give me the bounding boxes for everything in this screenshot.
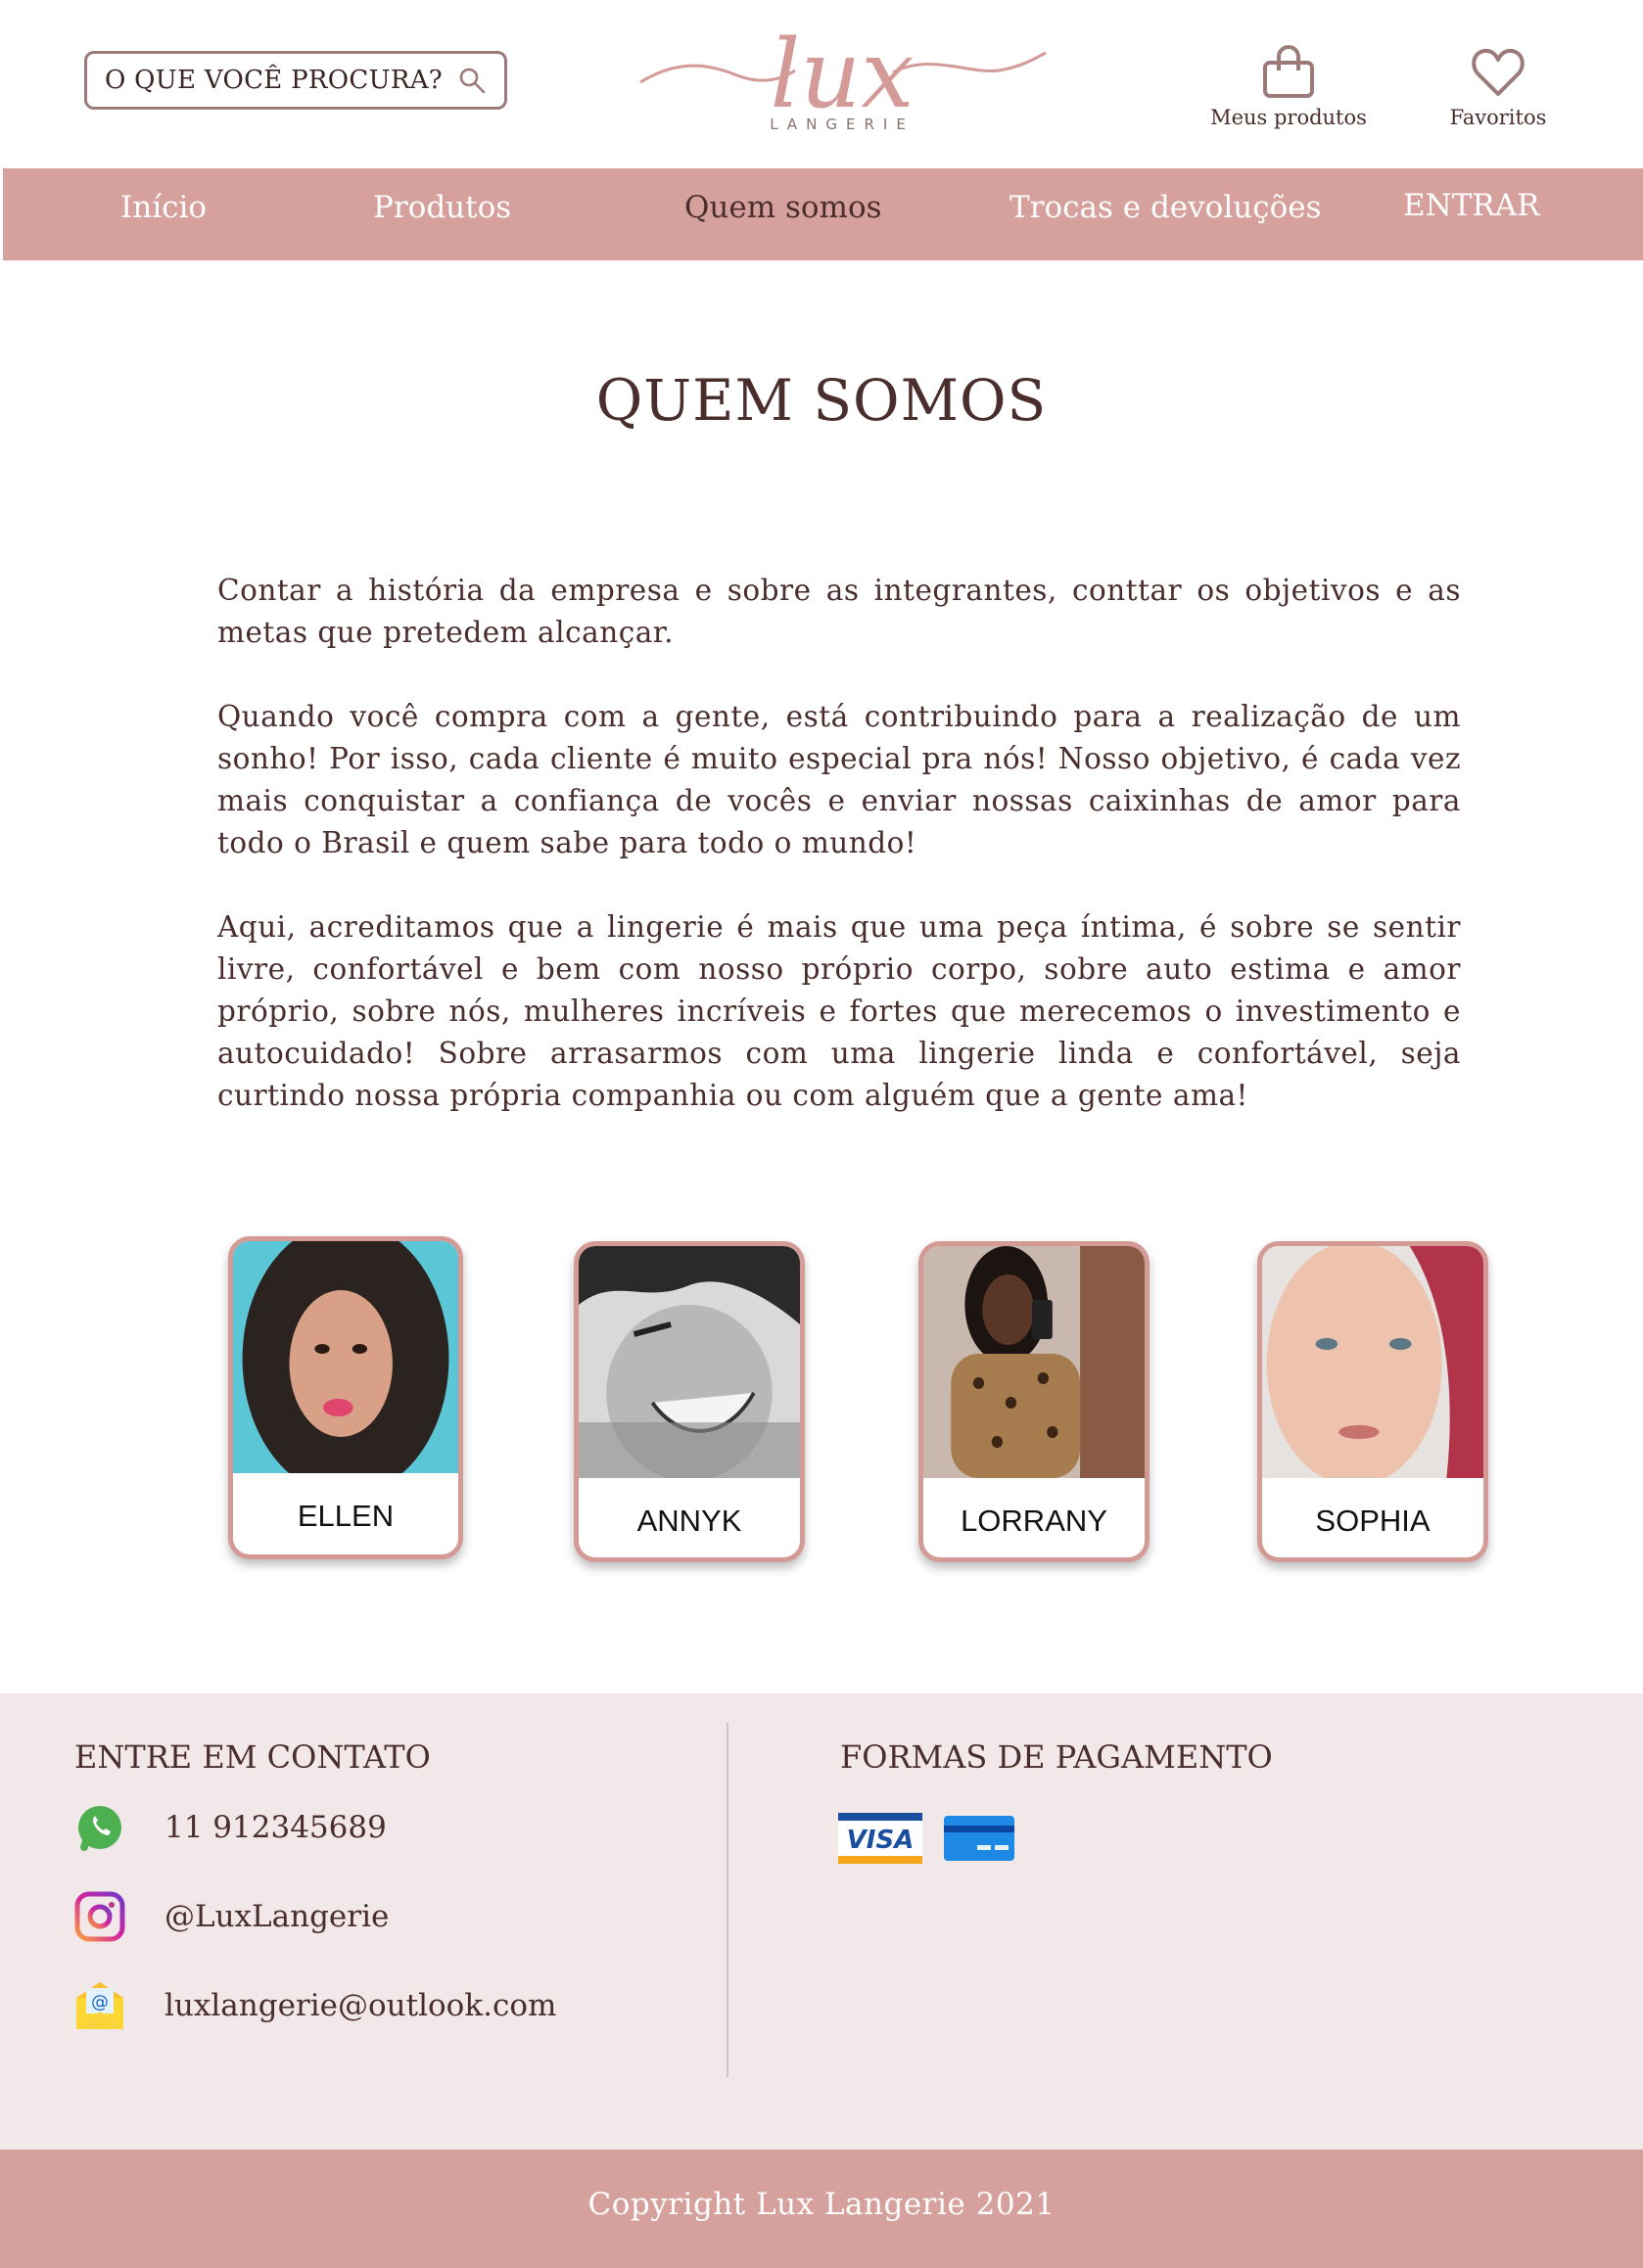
footer-divider <box>727 1723 728 2077</box>
about-paragraph: Aqui, acreditamos que a lingerie é mais … <box>217 910 1461 1112</box>
email-address: luxlangerie@outlook.com <box>164 1988 557 2023</box>
favorites-label: Favoritos <box>1449 106 1547 129</box>
portrait-image <box>1262 1246 1483 1478</box>
contact-email[interactable]: @ luxlangerie@outlook.com <box>74 1980 556 2031</box>
instagram-handle: @LuxLangerie <box>164 1899 390 1934</box>
instagram-icon <box>74 1891 125 1942</box>
payment-title: FORMAS DE PAGAMENTO <box>840 1738 1273 1776</box>
member-photo <box>923 1246 1145 1478</box>
whatsapp-icon <box>78 1806 121 1851</box>
main-nav: Início Produtos Quem somos Trocas e devo… <box>3 168 1643 260</box>
portrait-image <box>579 1246 800 1478</box>
nav-item-inicio[interactable]: Início <box>120 190 207 225</box>
contact-title: ENTRE EM CONTATO <box>74 1738 431 1776</box>
visa-card-label: VISA <box>847 1826 915 1855</box>
portrait-image <box>923 1246 1145 1478</box>
login-button[interactable]: ENTRAR <box>1403 188 1540 223</box>
visa-card-icon: VISA <box>838 1813 922 1864</box>
team-card-sophia: SOPHIA <box>1257 1241 1488 1562</box>
nav-item-produtos[interactable]: Produtos <box>373 190 511 225</box>
copyright-text: Copyright Lux Langerie 2021 <box>587 2187 1056 2222</box>
my-products-button[interactable]: Meus produtos <box>1210 45 1367 129</box>
member-photo <box>1262 1246 1483 1478</box>
contact-instagram[interactable]: @LuxLangerie <box>74 1891 389 1942</box>
about-paragraph: Quando você compra com a gente, está con… <box>217 700 1461 859</box>
team-card-lorrany: LORRANY <box>918 1241 1150 1562</box>
email-icon: @ <box>76 1982 123 2029</box>
search-icon[interactable] <box>457 66 487 95</box>
site-header: O QUE VOCÊ PROCURA? lux LANGERIE Meus pr… <box>0 0 1643 168</box>
nav-item-trocas[interactable]: Trocas e devoluções <box>1009 190 1322 225</box>
member-name: ELLEN <box>297 1499 395 1533</box>
svg-text:@: @ <box>91 1992 109 2013</box>
contact-phone[interactable]: 11 912345689 <box>74 1802 387 1853</box>
about-paragraph: Contar a história da empresa e sobre as … <box>217 574 1461 649</box>
member-photo <box>579 1246 800 1478</box>
search-placeholder: O QUE VOCÊ PROCURA? <box>105 66 444 95</box>
logo-subtitle: LANGERIE <box>770 116 915 133</box>
search-input[interactable]: O QUE VOCÊ PROCURA? <box>84 51 507 110</box>
about-text: Contar a história da empresa e sobre as … <box>217 570 1461 1159</box>
member-name: LORRANY <box>961 1504 1107 1538</box>
nav-item-quem-somos[interactable]: Quem somos <box>684 190 882 225</box>
my-products-label: Meus produtos <box>1210 106 1367 129</box>
portrait-image <box>233 1241 458 1473</box>
member-name: SOPHIA <box>1315 1504 1431 1538</box>
member-photo <box>233 1241 458 1473</box>
heart-icon <box>1472 48 1525 96</box>
team-card-annyk: ANNYK <box>574 1241 805 1562</box>
shopping-bag-icon <box>1263 45 1314 98</box>
copyright-bar: Copyright Lux Langerie 2021 <box>0 2150 1643 2268</box>
team-card-ellen: ELLEN <box>228 1236 463 1559</box>
phone-number: 11 912345689 <box>164 1810 387 1845</box>
favorites-button[interactable]: Favoritos <box>1439 45 1557 129</box>
credit-card-icon <box>944 1816 1014 1861</box>
logo-wordmark: lux <box>771 20 915 129</box>
page-title: QUEM SOMOS <box>595 367 1048 434</box>
member-name: ANNYK <box>636 1504 742 1538</box>
